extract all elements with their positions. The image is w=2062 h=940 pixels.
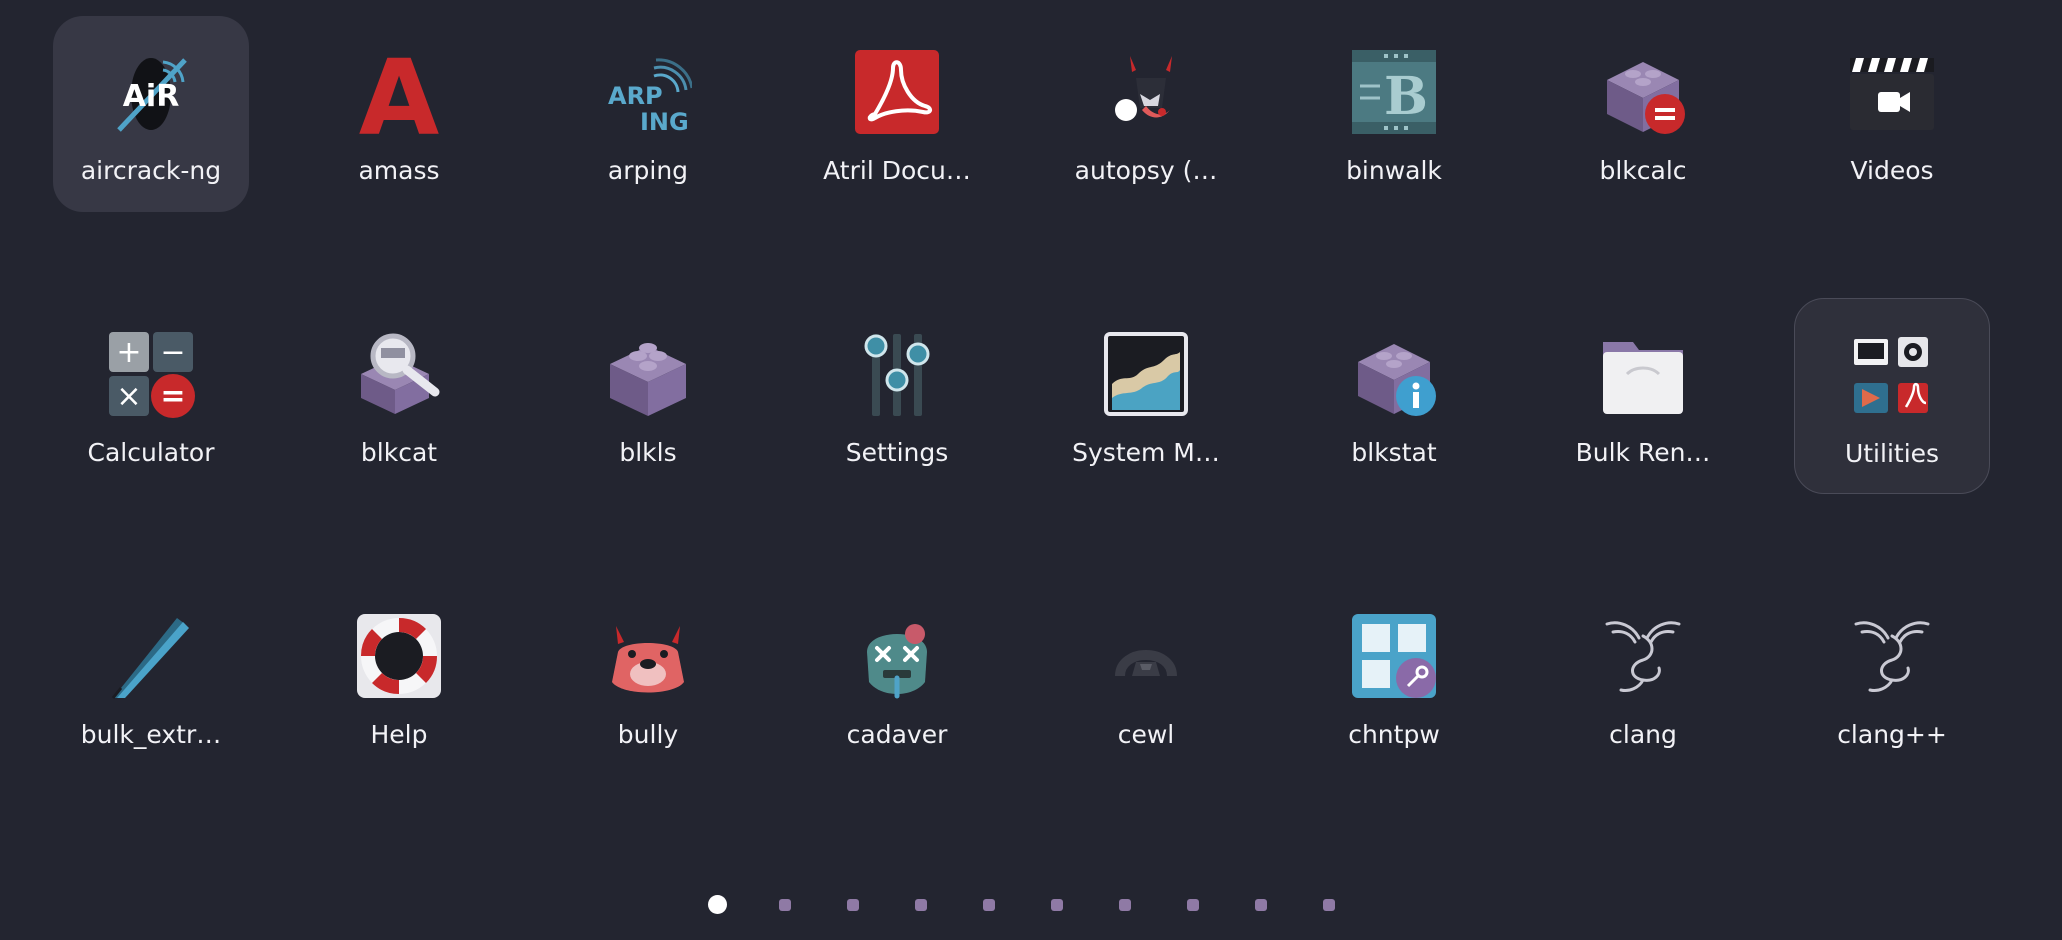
svg-text:+: + — [116, 335, 141, 370]
app-tile-cewl[interactable]: cewl — [1048, 580, 1244, 776]
svg-text:ING: ING — [640, 108, 689, 136]
app-tile-atril[interactable]: Atril Docu… — [799, 16, 995, 212]
blkcalc-icon — [1599, 48, 1687, 136]
aircrack-ng-icon: AiR — [107, 48, 195, 136]
app-tile-cadaver[interactable]: cadaver — [799, 580, 995, 776]
app-tile-blkcalc[interactable]: blkcalc — [1545, 16, 1741, 212]
page-dot-3[interactable] — [847, 899, 859, 911]
kali-dragon-icon — [1599, 612, 1687, 700]
page-dot-4[interactable] — [915, 899, 927, 911]
app-tile-clang[interactable]: clang — [1545, 580, 1741, 776]
svg-text:B: B — [1384, 66, 1428, 127]
app-label: aircrack-ng — [80, 156, 222, 185]
utilities-folder-icon — [1848, 331, 1936, 419]
page-dot-2[interactable] — [779, 899, 791, 911]
app-tile-bully[interactable]: bully — [550, 580, 746, 776]
app-tile-system-monitor[interactable]: System M… — [1048, 298, 1244, 494]
cewl-icon — [1102, 612, 1190, 700]
app-tile-binwalk[interactable]: B binwalk — [1296, 16, 1492, 212]
app-label: clang — [1609, 720, 1677, 749]
arping-icon: ARP ING — [604, 48, 692, 136]
page-dot-6[interactable] — [1051, 899, 1063, 911]
app-label: binwalk — [1346, 156, 1442, 185]
app-label: cewl — [1117, 720, 1175, 749]
folder-tile-utilities[interactable]: Utilities — [1794, 298, 1990, 494]
app-tile-calculator[interactable]: + − × = Calculator — [53, 298, 249, 494]
chntpw-icon — [1350, 612, 1438, 700]
app-label: System M… — [1072, 438, 1220, 467]
amass-icon: A — [355, 48, 443, 136]
app-label: amass — [358, 156, 440, 185]
bulk-extractor-tweezers-icon — [107, 612, 195, 700]
app-label: cadaver — [846, 720, 948, 749]
cadaver-zombie-icon — [853, 612, 941, 700]
blkstat-icon — [1350, 330, 1438, 418]
page-dot-7[interactable] — [1119, 899, 1131, 911]
app-tile-amass[interactable]: A amass — [301, 16, 497, 212]
kali-dragon-icon — [1848, 612, 1936, 700]
svg-text:A: A — [359, 48, 440, 136]
video-clapper-icon — [1848, 48, 1936, 136]
app-label: Settings — [845, 438, 949, 467]
app-grid: AiR aircrack-ng A amass ARP ING arping A… — [0, 0, 2062, 940]
svg-text:=: = — [160, 379, 185, 414]
page-indicator — [0, 890, 2062, 920]
binwalk-icon: B — [1350, 48, 1438, 136]
app-label: bully — [617, 720, 679, 749]
svg-text:×: × — [116, 379, 141, 414]
app-label: Help — [370, 720, 428, 749]
svg-text:AiR: AiR — [123, 79, 180, 114]
page-dot-9[interactable] — [1255, 899, 1267, 911]
blkcat-icon — [355, 330, 443, 418]
bully-icon — [604, 612, 692, 700]
app-label: blkls — [619, 438, 677, 467]
calculator-icon: + − × = — [107, 330, 195, 418]
folder-label: Utilities — [1844, 439, 1940, 468]
blkls-icon — [604, 330, 692, 418]
page-dot-current[interactable] — [707, 895, 727, 914]
app-tile-clang-plus-plus[interactable]: clang++ — [1794, 580, 1990, 776]
app-tile-bulk-rename[interactable]: Bulk Ren… — [1545, 298, 1741, 494]
app-tile-aircrack-ng[interactable]: AiR aircrack-ng — [53, 16, 249, 212]
app-label: arping — [607, 156, 689, 185]
help-lifebuoy-icon — [355, 612, 443, 700]
app-label: chntpw — [1348, 720, 1440, 749]
app-label: Videos — [1850, 156, 1934, 185]
app-tile-blkstat[interactable]: blkstat — [1296, 298, 1492, 494]
settings-sliders-icon — [853, 330, 941, 418]
bulk-rename-folder-icon — [1599, 330, 1687, 418]
app-label: blkcalc — [1599, 156, 1687, 185]
app-tile-videos[interactable]: Videos — [1794, 16, 1990, 212]
autopsy-icon — [1102, 48, 1190, 136]
app-tile-autopsy[interactable]: autopsy (… — [1048, 16, 1244, 212]
app-tile-chntpw[interactable]: chntpw — [1296, 580, 1492, 776]
app-label: blkcat — [360, 438, 438, 467]
svg-text:−: − — [160, 335, 185, 370]
app-label: Calculator — [87, 438, 215, 467]
page-dot-10[interactable] — [1323, 899, 1335, 911]
page-dot-8[interactable] — [1187, 899, 1199, 911]
system-monitor-icon — [1102, 330, 1190, 418]
svg-text:ARP: ARP — [608, 82, 663, 110]
app-tile-help[interactable]: Help — [301, 580, 497, 776]
app-tile-arping[interactable]: ARP ING arping — [550, 16, 746, 212]
app-label: bulk_extr… — [80, 720, 222, 749]
app-label: blkstat — [1351, 438, 1437, 467]
app-tile-bulk-extractor[interactable]: bulk_extr… — [53, 580, 249, 776]
app-tile-blkcat[interactable]: blkcat — [301, 298, 497, 494]
page-dot-5[interactable] — [983, 899, 995, 911]
app-label: clang++ — [1837, 720, 1947, 749]
app-tile-blkls[interactable]: blkls — [550, 298, 746, 494]
app-label: Atril Docu… — [823, 156, 971, 185]
app-label: Bulk Ren… — [1575, 438, 1711, 467]
app-label: autopsy (… — [1074, 156, 1218, 185]
app-tile-settings[interactable]: Settings — [799, 298, 995, 494]
pdf-document-icon — [853, 48, 941, 136]
